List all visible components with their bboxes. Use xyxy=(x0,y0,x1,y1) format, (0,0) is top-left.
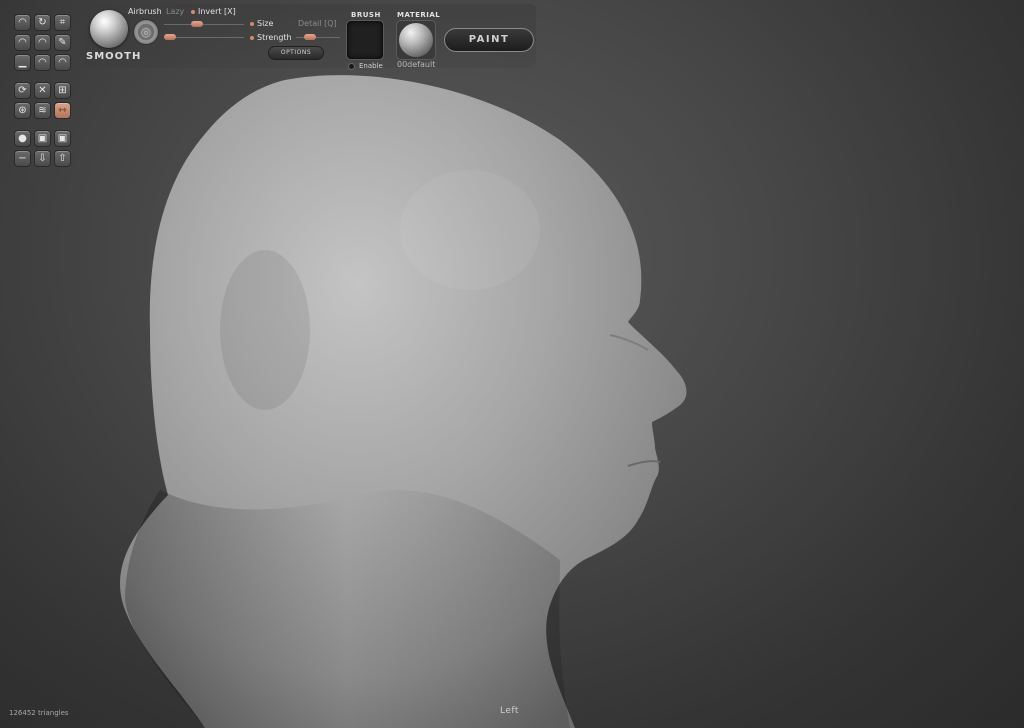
wireframe-icon[interactable]: ⊛ xyxy=(14,102,31,119)
refresh-icon[interactable]: ⟳ xyxy=(14,82,31,99)
material-swatch[interactable] xyxy=(396,20,436,60)
size-label: Size xyxy=(250,19,273,28)
detail-slider[interactable] xyxy=(296,34,340,40)
strength-text: Strength xyxy=(257,33,292,42)
detail-label[interactable]: Detail [Q] xyxy=(298,19,337,28)
pinch-brush-icon[interactable]: ✎ xyxy=(54,34,71,51)
lazy-toggle[interactable]: Lazy xyxy=(166,7,184,16)
tool-group-spacer xyxy=(14,122,76,130)
tool-row: ◠ ↻ ⌗ xyxy=(14,14,76,31)
size-slider[interactable] xyxy=(164,21,244,27)
brush-name: SMOOTH xyxy=(86,51,142,62)
tool-row: ◠ ◠ ✎ xyxy=(14,34,76,51)
inflate-brush-icon[interactable]: ◠ xyxy=(34,34,51,51)
symmetry-x-icon[interactable]: ✕ xyxy=(34,82,51,99)
invert-indicator-icon xyxy=(191,9,195,14)
export-icon[interactable]: ⇧ xyxy=(54,150,71,167)
size-slider-handle[interactable] xyxy=(191,21,203,27)
sculpted-head-mesh[interactable] xyxy=(0,0,1024,728)
grab-brush-icon[interactable]: ◠ xyxy=(54,54,71,71)
enable-toggle[interactable]: Enable xyxy=(348,62,383,70)
smooth-brush-icon[interactable]: ◠ xyxy=(34,54,51,71)
brush-section-title: BRUSH xyxy=(351,11,381,19)
tool-row: ⟳ ✕ ⊞ xyxy=(14,82,76,99)
paint-button[interactable]: PAINT xyxy=(444,28,534,52)
tool-palette: ◠ ↻ ⌗ ◠ ◠ ✎ ▁ ◠ ◠ ⟳ ✕ ⊞ ⊛ ≋ ⇿ ● ▣ ▣ − ⇩ ⇧ xyxy=(14,14,76,170)
detail-slider-handle[interactable] xyxy=(304,34,316,40)
import-icon[interactable]: ⇩ xyxy=(34,150,51,167)
invert-label: Invert [X] xyxy=(198,7,236,16)
tool-row: ⊛ ≋ ⇿ xyxy=(14,102,76,119)
invert-toggle[interactable]: Invert [X] xyxy=(191,7,236,16)
strength-slider[interactable] xyxy=(164,34,244,40)
sphere-primitive-icon[interactable]: ● xyxy=(14,130,31,147)
size-indicator-icon xyxy=(250,21,254,26)
strength-label: Strength xyxy=(250,33,292,42)
strength-indicator-icon xyxy=(250,35,254,40)
enable-radio-icon xyxy=(348,62,355,70)
tool-row: ● ▣ ▣ xyxy=(14,130,76,147)
camera-icon[interactable]: ▣ xyxy=(34,130,51,147)
options-button[interactable]: OPTIONS xyxy=(268,46,324,60)
airbrush-toggle[interactable]: Airbrush xyxy=(128,7,162,16)
material-section-title: MATERIAL xyxy=(397,11,441,19)
wave-icon[interactable]: ≋ xyxy=(34,102,51,119)
minus-icon[interactable]: − xyxy=(14,150,31,167)
triangle-count: 126452 triangles xyxy=(9,709,69,717)
tool-row: − ⇩ ⇧ xyxy=(14,150,76,167)
tool-row: ▁ ◠ ◠ xyxy=(14,54,76,71)
mirror-icon[interactable]: ⇿ xyxy=(54,102,71,119)
tool-group-spacer xyxy=(14,74,76,82)
clay-brush-icon[interactable]: ◠ xyxy=(14,34,31,51)
enable-label: Enable xyxy=(359,62,383,70)
strength-slider-handle[interactable] xyxy=(164,34,176,40)
size-text: Size xyxy=(257,19,274,28)
video-icon[interactable]: ▣ xyxy=(54,130,71,147)
draw-tool-icon[interactable]: ◠ xyxy=(14,14,31,31)
flatten-brush-icon[interactable]: ▁ xyxy=(14,54,31,71)
crop-tool-icon[interactable]: ⌗ xyxy=(54,14,71,31)
grid-icon[interactable]: ⊞ xyxy=(54,82,71,99)
brush-preview-sphere-icon[interactable] xyxy=(90,10,128,48)
rotate-tool-icon[interactable]: ↻ xyxy=(34,14,51,31)
stroke-type-icon[interactable]: ◎ xyxy=(133,19,159,45)
view-orientation-label: Left xyxy=(500,706,519,716)
material-name: 00default xyxy=(397,60,436,69)
brush-alpha-swatch[interactable] xyxy=(346,20,384,60)
material-sphere-icon xyxy=(399,23,433,57)
sculpt-viewport[interactable] xyxy=(0,0,1024,728)
